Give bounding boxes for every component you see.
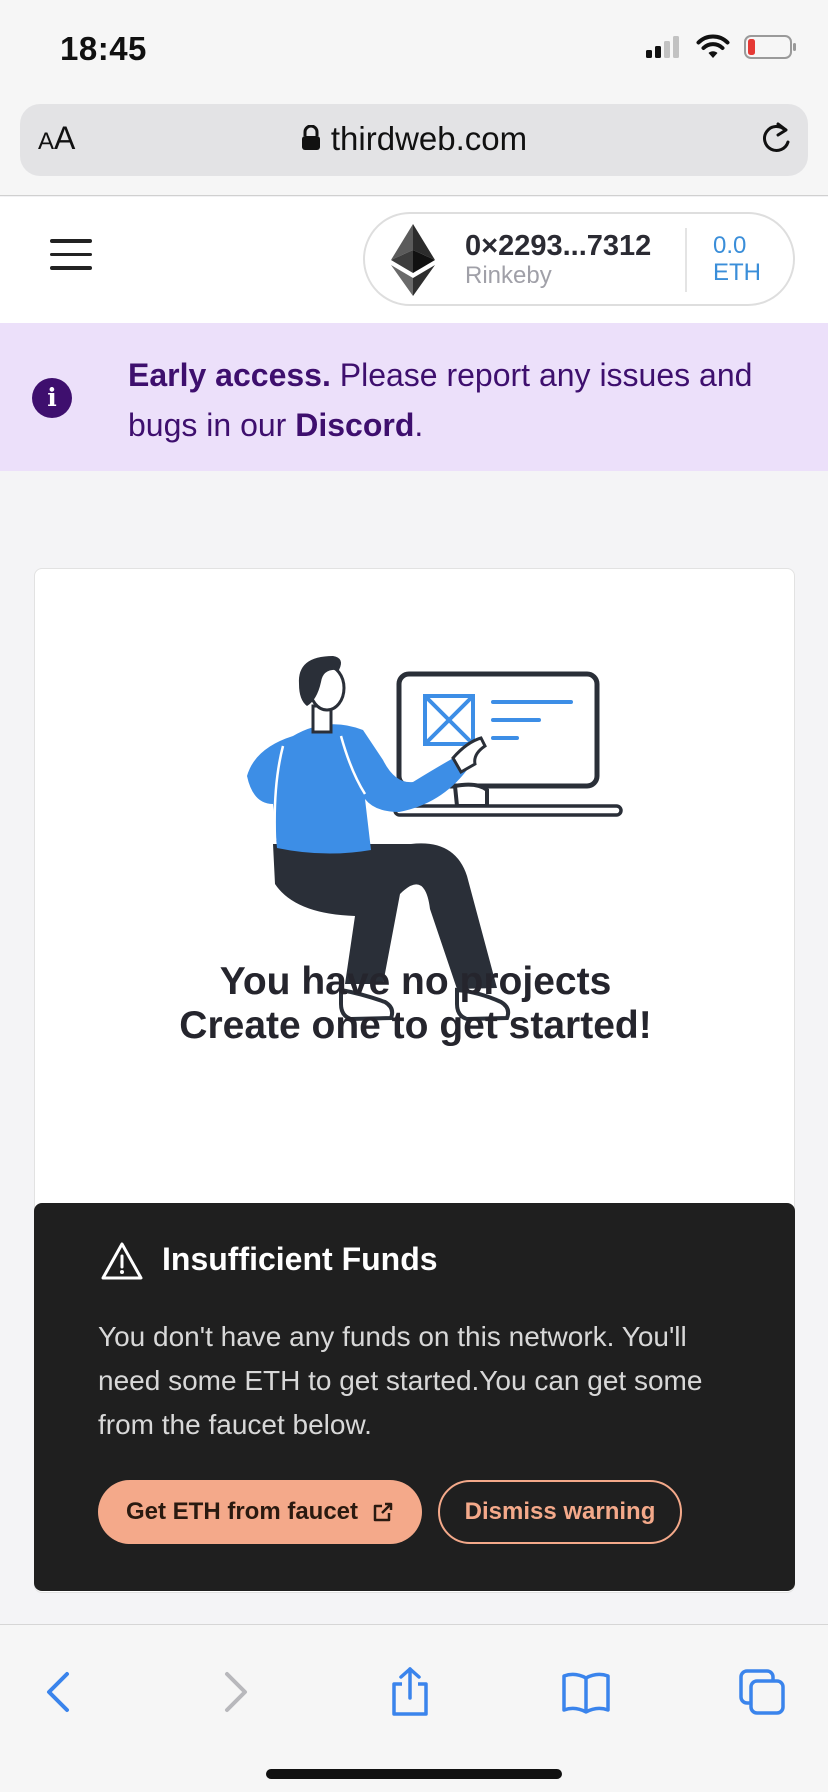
banner-period: . bbox=[414, 407, 424, 443]
url-display[interactable]: thirdweb.com bbox=[20, 120, 808, 158]
banner-text: Early access. Please report any issues a… bbox=[128, 350, 808, 450]
status-bar: 18:45 bbox=[0, 0, 828, 98]
address-bar[interactable]: AA thirdweb.com bbox=[20, 104, 808, 176]
wallet-network: Rinkeby bbox=[465, 262, 552, 289]
wallet-balance: 0.0 ETH bbox=[713, 232, 761, 286]
chevron-left-icon bbox=[47, 1672, 69, 1712]
wallet-balance-unit: ETH bbox=[713, 259, 761, 286]
info-icon: i bbox=[32, 378, 72, 418]
bookmarks-button[interactable] bbox=[551, 1657, 621, 1727]
wallet-divider bbox=[685, 228, 687, 292]
get-eth-faucet-label: Get ETH from faucet bbox=[125, 1498, 359, 1525]
status-time: 18:45 bbox=[60, 30, 147, 67]
share-button[interactable] bbox=[375, 1657, 445, 1727]
ethereum-icon bbox=[391, 224, 435, 296]
browser-top-bar: AA thirdweb.com bbox=[0, 98, 828, 196]
share-icon bbox=[392, 1667, 428, 1716]
chevron-right-icon bbox=[225, 1672, 247, 1712]
wallet-balance-amount: 0.0 bbox=[713, 232, 747, 259]
lock-icon bbox=[301, 125, 320, 151]
battery-icon bbox=[744, 35, 796, 59]
browser-bottom-toolbar bbox=[0, 1624, 828, 1792]
url-text: thirdweb.com bbox=[330, 120, 528, 157]
banner-bold: Early access. bbox=[128, 357, 331, 393]
tabs-button[interactable] bbox=[727, 1657, 797, 1727]
warning-icon bbox=[101, 1242, 143, 1280]
discord-link[interactable]: Discord bbox=[295, 407, 414, 443]
external-link-icon bbox=[373, 1502, 393, 1522]
cellular-signal-icon bbox=[646, 36, 679, 58]
home-indicator bbox=[266, 1769, 562, 1779]
dismiss-warning-label: Dismiss warning bbox=[464, 1498, 656, 1525]
wallet-address: 0×2293...7312 bbox=[465, 230, 652, 262]
app-header: 0×2293...7312 Rinkeby 0.0 ETH bbox=[0, 197, 828, 323]
menu-icon[interactable] bbox=[50, 239, 92, 271]
toast-body: You don't have any funds on this network… bbox=[98, 1321, 703, 1440]
get-eth-faucet-button[interactable]: Get ETH from faucet bbox=[98, 1480, 422, 1544]
tabs-icon bbox=[739, 1669, 785, 1715]
wifi-icon bbox=[696, 34, 730, 58]
book-icon bbox=[562, 1672, 610, 1714]
dismiss-warning-button[interactable]: Dismiss warning bbox=[438, 1480, 682, 1544]
toast-title: Insufficient Funds bbox=[162, 1241, 438, 1277]
insufficient-funds-toast: Insufficient Funds You don't have any fu… bbox=[34, 1203, 795, 1591]
empty-state-line-2: Create one to get started! bbox=[179, 1004, 652, 1047]
back-button[interactable] bbox=[23, 1657, 93, 1727]
status-icons bbox=[646, 34, 798, 60]
empty-state-line-1: You have no projects bbox=[219, 960, 612, 1003]
forward-button[interactable] bbox=[201, 1657, 271, 1727]
reload-icon[interactable] bbox=[758, 120, 794, 158]
wallet-button[interactable]: 0×2293...7312 Rinkeby 0.0 ETH bbox=[363, 212, 795, 306]
